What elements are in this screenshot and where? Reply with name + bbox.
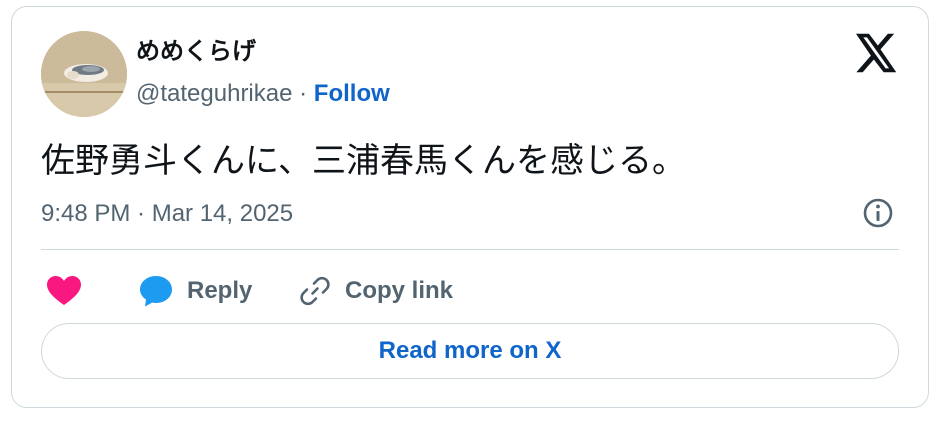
reply-button[interactable]: Reply bbox=[139, 269, 252, 313]
copy-link-label: Copy link bbox=[345, 277, 454, 304]
copy-link-button[interactable]: Copy link bbox=[299, 269, 453, 313]
author-handle-row: @tateguhrikae · Follow bbox=[136, 79, 390, 109]
avatar[interactable] bbox=[41, 31, 127, 117]
like-button[interactable] bbox=[47, 269, 81, 313]
reply-bubble-icon bbox=[140, 276, 172, 307]
read-more-button[interactable]: Read more on X bbox=[41, 323, 899, 379]
handle-separator: · bbox=[292, 80, 314, 107]
divider bbox=[41, 249, 899, 250]
reply-label: Reply bbox=[187, 277, 253, 304]
embedded-tweet-card: めめくらげ @tateguhrikae · Follow 佐野勇斗くんに、三浦春… bbox=[11, 6, 929, 408]
action-bar: Reply Copy link bbox=[41, 269, 901, 313]
read-more-label: Read more on X bbox=[378, 337, 562, 364]
x-logo-icon[interactable] bbox=[856, 33, 898, 73]
link-icon bbox=[300, 276, 330, 306]
heart-icon bbox=[47, 276, 81, 305]
author-handle[interactable]: @tateguhrikae bbox=[136, 80, 292, 107]
tweet-text: 佐野勇斗くんに、三浦春馬くんを感じる。 bbox=[41, 141, 686, 181]
info-icon[interactable] bbox=[862, 197, 894, 229]
author-display-name[interactable]: めめくらげ bbox=[136, 37, 256, 65]
follow-link[interactable]: Follow bbox=[314, 80, 390, 107]
tweet-timestamp[interactable]: 9:48 PM · Mar 14, 2025 bbox=[41, 199, 293, 229]
